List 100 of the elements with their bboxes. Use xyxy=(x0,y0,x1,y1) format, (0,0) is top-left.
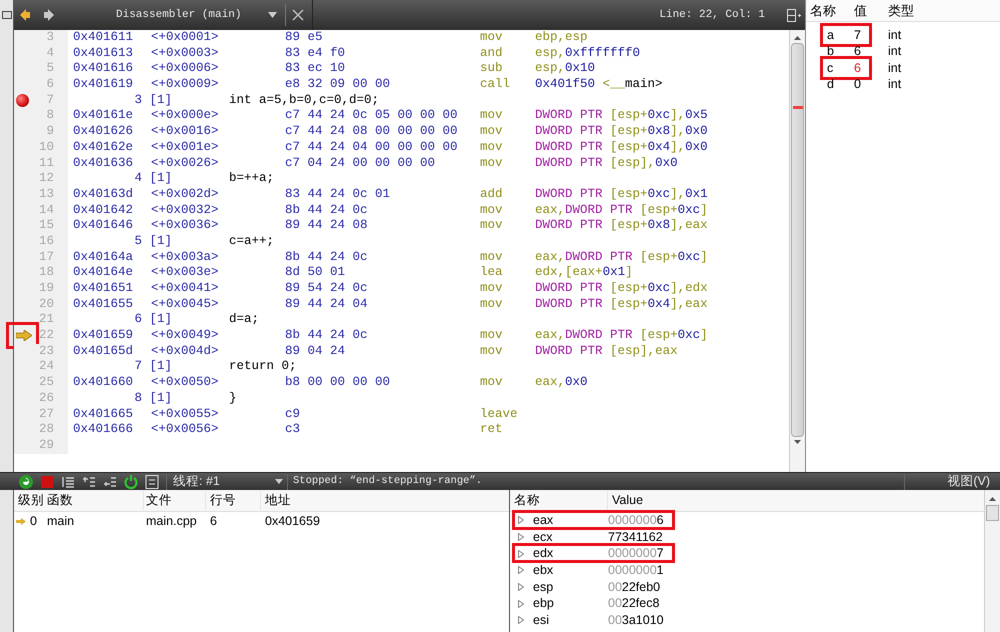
thread-dropdown[interactable]: 线程: #1 xyxy=(173,472,287,491)
mnemonic: and xyxy=(480,46,503,62)
instruction-offset: <+0x004d> xyxy=(151,344,219,360)
operands: DWORD PTR [esp+0xc],edx xyxy=(535,281,708,295)
instruction-offset: <+0x0036> xyxy=(151,218,219,234)
column-header: 名称 xyxy=(809,2,837,20)
source-line-ref: 5 [1] xyxy=(133,234,172,250)
operands: DWORD PTR [esp],eax xyxy=(535,344,678,358)
mnemonic: mov xyxy=(480,344,503,360)
instruction-offset: <+0x002d> xyxy=(151,186,219,203)
variable-name: b xyxy=(826,43,835,60)
instruction-address: 0x401626 xyxy=(73,124,134,140)
instruction-address: 0x401660 xyxy=(73,375,134,391)
variable-value: 6 xyxy=(854,60,862,77)
instruction-address: 0x40165d xyxy=(73,344,134,360)
view-menu[interactable]: 视图(V) xyxy=(947,472,990,491)
source-code: int a=5,b=0,c=0,d=0; xyxy=(229,92,380,108)
line-number: 19 xyxy=(38,281,54,297)
operands: edx,[eax+0x1] xyxy=(535,265,633,280)
line-number: 14 xyxy=(38,202,54,218)
back-arrow-icon[interactable] xyxy=(20,9,30,21)
forward-arrow-icon[interactable] xyxy=(44,9,54,21)
instruction-offset: <+0x000e> xyxy=(151,108,219,124)
line-number: 15 xyxy=(38,218,54,234)
dropdown-caret-icon xyxy=(275,479,283,484)
mnemonic: mov xyxy=(480,218,503,234)
source-line-ref: 6 [1] xyxy=(133,312,172,328)
opcode-bytes: c9 xyxy=(285,406,300,422)
editor-tab-title[interactable]: Disassembler (main) xyxy=(116,6,266,24)
variable-name: a xyxy=(826,26,835,44)
instruction-offset: <+0x0056> xyxy=(151,422,219,438)
close-icon[interactable] xyxy=(292,9,304,21)
console-icon[interactable] xyxy=(144,474,160,490)
line-number: 20 xyxy=(38,296,54,312)
line-number: 10 xyxy=(38,140,54,156)
vertical-scrollbar[interactable] xyxy=(789,30,805,472)
split-view-icon[interactable] xyxy=(787,8,801,22)
line-number: 18 xyxy=(38,265,54,282)
instruction-address: 0x401611 xyxy=(73,30,134,46)
column-header: 文件 xyxy=(144,491,206,510)
opcode-bytes: 83 e4 f0 xyxy=(285,46,346,62)
instruction-offset: <+0x0026> xyxy=(151,156,219,172)
opcode-bytes: c7 44 24 0c 05 00 00 00 xyxy=(285,108,458,124)
operands: ebp,esp xyxy=(535,30,588,44)
source-code: } xyxy=(229,390,237,407)
power-icon[interactable] xyxy=(123,474,139,490)
instruction-offset: <+0x001e> xyxy=(151,140,219,156)
line-number: 24 xyxy=(38,359,54,376)
panel-icon[interactable] xyxy=(2,11,12,19)
line-number: 25 xyxy=(38,375,54,391)
line-number: 6 xyxy=(46,77,54,93)
instruction-address: 0x401619 xyxy=(73,77,134,93)
operands: eax,0x0 xyxy=(535,375,588,390)
operands: DWORD PTR [esp+0x8],eax xyxy=(535,218,708,232)
column-header: 值 xyxy=(854,2,868,20)
line-number: 5 xyxy=(46,61,54,78)
line-number: 26 xyxy=(38,390,54,407)
scroll-up-arrow-icon[interactable] xyxy=(794,36,801,40)
scroll-down-arrow-icon[interactable] xyxy=(794,440,801,444)
instruction-address: 0x40164a xyxy=(73,250,134,266)
instruction-address: 0x401646 xyxy=(73,218,134,234)
stack-level: 0 xyxy=(30,512,37,530)
instruction-address: 0x401651 xyxy=(73,281,134,297)
column-header: 级别 xyxy=(17,492,45,510)
instruction-address: 0x401659 xyxy=(73,328,134,344)
register-value: 00000001 xyxy=(608,562,664,580)
operands: DWORD PTR [esp+0x4],eax xyxy=(535,296,708,311)
opcode-bytes: b8 00 00 00 00 xyxy=(285,375,390,391)
instruction-address: 0x401616 xyxy=(73,61,134,78)
instruction-offset: <+0x003e> xyxy=(151,265,219,282)
line-number: 4 xyxy=(46,46,54,62)
opcode-bytes: e8 32 09 00 00 xyxy=(285,77,390,93)
mnemonic: mov xyxy=(480,281,503,297)
line-number: 16 xyxy=(38,234,54,250)
dropdown-caret-icon[interactable] xyxy=(268,12,277,18)
register-name: eax xyxy=(532,512,554,529)
instruction-offset: <+0x0003> xyxy=(151,46,219,62)
operands: DWORD PTR [esp+0xc],0x1 xyxy=(535,186,708,201)
line-number: 11 xyxy=(38,156,54,172)
opcode-bytes: 89 44 24 04 xyxy=(285,296,368,312)
instruction-address: 0x401655 xyxy=(73,296,134,312)
source-code: b=++a; xyxy=(229,171,274,187)
mnemonic: mov xyxy=(480,250,503,266)
opcode-bytes: c3 xyxy=(285,422,300,438)
operands: DWORD PTR [esp+0x8],0x0 xyxy=(535,124,708,138)
mnemonic: mov xyxy=(480,140,503,156)
restart-icon[interactable] xyxy=(18,474,34,490)
function-name: main xyxy=(47,512,76,530)
opcode-bytes: c7 44 24 04 00 00 00 00 xyxy=(285,140,458,156)
scroll-thumb[interactable] xyxy=(986,505,999,521)
breakpoint-icon[interactable] xyxy=(16,94,29,108)
operands: esp,0xfffffff0 xyxy=(535,46,640,60)
scroll-up-arrow-icon[interactable] xyxy=(989,497,996,501)
instruction-address: 0x401666 xyxy=(73,422,134,438)
mnemonic: add xyxy=(480,186,503,203)
vertical-scrollbar[interactable] xyxy=(984,490,1000,632)
register-name: esi xyxy=(532,612,550,630)
variable-value: 7 xyxy=(854,26,862,44)
instruction-offset: <+0x0001> xyxy=(151,30,219,46)
operands: eax,DWORD PTR [esp+0xc] xyxy=(535,328,708,342)
